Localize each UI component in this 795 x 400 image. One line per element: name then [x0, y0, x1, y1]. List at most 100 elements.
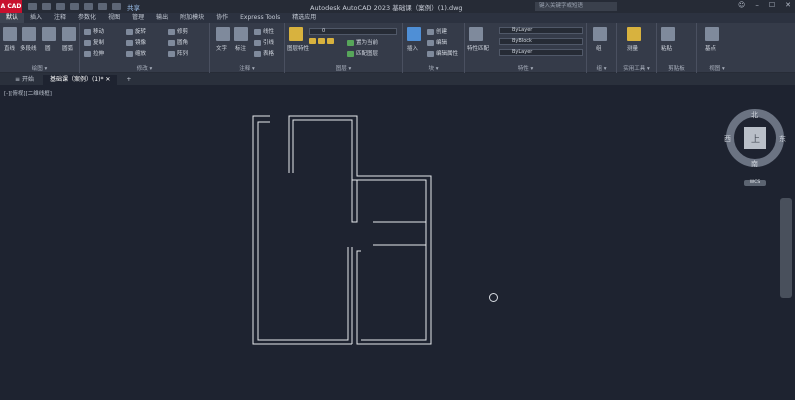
navigation-bar[interactable] — [780, 198, 792, 298]
tab-collaborate[interactable]: 协作 — [210, 13, 234, 23]
text-button[interactable] — [216, 27, 232, 41]
start-icon: ≡ — [15, 76, 22, 83]
text-label: 文字 — [216, 46, 228, 52]
viewcube-south[interactable]: 南 — [751, 159, 758, 169]
modify-panel-title[interactable]: 修改 ▾ — [80, 64, 209, 72]
share-button[interactable]: 共享 — [127, 2, 140, 12]
tab-home[interactable]: 默认 — [0, 13, 25, 23]
groups-panel-title[interactable]: 组 ▾ — [587, 64, 616, 72]
wall-inner-right — [292, 119, 427, 341]
user-icon[interactable]: ☺ — [738, 1, 745, 9]
draw-panel-title[interactable]: 绘图 ▾ — [0, 64, 79, 72]
utilities-panel-title[interactable]: 实用工具 ▾ — [617, 64, 656, 72]
maximize-icon[interactable]: ☐ — [769, 1, 775, 9]
tab-annotate[interactable]: 注释 — [48, 13, 72, 23]
tab-drawing[interactable]: 基础课（案例）(1)* ✕ — [42, 75, 118, 85]
arc-button[interactable] — [62, 27, 78, 41]
saveas-icon[interactable] — [70, 3, 79, 10]
tab-output[interactable]: 输出 — [150, 13, 174, 23]
tab-express-tools[interactable]: Express Tools — [234, 13, 286, 23]
view-panel-title[interactable]: 视图 ▾ — [697, 64, 737, 72]
close-tab-icon[interactable]: ✕ — [105, 76, 110, 83]
trim-button[interactable]: 修剪 — [168, 27, 188, 35]
save-icon[interactable] — [56, 3, 65, 10]
wall-outer-left — [252, 115, 352, 345]
tab-addins[interactable]: 附加模块 — [174, 13, 210, 23]
block-panel-title[interactable]: 块 ▾ — [403, 64, 464, 72]
copy-button[interactable]: 复制 — [84, 38, 104, 46]
linear-icon — [254, 28, 261, 35]
wcs-menu[interactable]: WCS — [744, 180, 766, 186]
match-layer-icon — [347, 50, 354, 57]
tab-view[interactable]: 视图 — [102, 13, 126, 23]
array-button[interactable]: 阵列 — [168, 49, 188, 57]
leader-button[interactable]: 引线 — [254, 38, 274, 46]
measure-button[interactable] — [627, 27, 643, 41]
drawing-canvas[interactable] — [0, 85, 795, 400]
create-block-button[interactable]: 创建 — [427, 27, 447, 35]
open-icon[interactable] — [42, 3, 51, 10]
redo-icon[interactable] — [112, 3, 121, 10]
base-view-icon — [705, 27, 719, 41]
app-menu-button[interactable]: A CAD — [0, 0, 22, 13]
layer-state-icon[interactable] — [309, 38, 316, 44]
layer-freeze-icon[interactable] — [318, 38, 325, 44]
viewcube-west[interactable]: 西 — [724, 134, 731, 144]
polyline-button[interactable] — [22, 27, 38, 41]
viewcube-top-face[interactable]: 上 — [751, 132, 760, 145]
fillet-button[interactable]: 圆角 — [168, 38, 188, 46]
stretch-button[interactable]: 拉伸 — [84, 49, 104, 57]
move-button[interactable]: 移动 — [84, 27, 104, 35]
edit-attributes-icon — [427, 50, 434, 57]
edit-block-button[interactable]: 编辑 — [427, 38, 447, 46]
move-icon — [84, 28, 91, 35]
dimension-button[interactable] — [234, 27, 250, 41]
tab-manage[interactable]: 管理 — [126, 13, 150, 23]
tab-start[interactable]: ≡ 开始 — [8, 75, 41, 85]
clipboard-panel-title[interactable]: 剪贴板 — [657, 64, 696, 72]
base-button[interactable] — [705, 27, 721, 41]
layer-properties-button[interactable] — [289, 27, 305, 41]
scale-button[interactable]: 缩放 — [126, 49, 146, 57]
undo-icon[interactable] — [98, 3, 107, 10]
measure-label: 测量 — [627, 46, 639, 52]
lineweight-dropdown[interactable]: ByLayer — [499, 49, 583, 56]
viewcube-north[interactable]: 北 — [751, 110, 758, 120]
match-layer-button[interactable]: 匹配图层 — [347, 49, 378, 57]
insert-button[interactable] — [407, 27, 423, 41]
mirror-button[interactable]: 镜像 — [126, 38, 146, 46]
title-bar: A CAD 共享 Autodesk AutoCAD 2023 基础课（案例）(1… — [0, 0, 795, 13]
close-icon[interactable]: ✕ — [785, 1, 791, 9]
minimize-icon[interactable]: – — [755, 1, 759, 9]
layers-panel-title[interactable]: 图层 ▾ — [285, 64, 402, 72]
layer-lock-icon[interactable] — [327, 38, 334, 44]
annotation-panel-title[interactable]: 注释 ▾ — [210, 64, 284, 72]
block-panel: 插入 创建 编辑 编辑属性 块 ▾ — [403, 23, 465, 73]
circle-button[interactable] — [42, 27, 58, 41]
edit-attributes-button[interactable]: 编辑属性 — [427, 49, 458, 57]
tab-featured-apps[interactable]: 精选应用 — [286, 13, 322, 23]
rotate-button[interactable]: 旋转 — [126, 27, 146, 35]
line-button[interactable] — [3, 27, 19, 41]
paste-button[interactable] — [661, 27, 677, 41]
tab-insert[interactable]: 插入 — [24, 13, 48, 23]
plot-icon[interactable] — [84, 3, 93, 10]
group-button[interactable] — [593, 27, 609, 41]
color-dropdown[interactable]: ByLayer — [499, 27, 583, 34]
match-properties-icon — [469, 27, 483, 41]
match-properties-button[interactable] — [469, 27, 485, 41]
make-current-button[interactable]: 置为当前 — [347, 38, 378, 46]
table-button[interactable]: 表格 — [254, 49, 274, 57]
layer-dropdown[interactable]: 0 — [309, 28, 397, 35]
properties-panel-title[interactable]: 特性 ▾ — [465, 64, 586, 72]
new-icon[interactable] — [28, 3, 37, 10]
insert-icon — [407, 27, 421, 41]
dimension-label: 标注 — [235, 46, 247, 52]
linetype-dropdown[interactable]: ByBlock — [499, 38, 583, 45]
linear-button[interactable]: 线性 — [254, 27, 274, 35]
tab-parametric[interactable]: 参数化 — [72, 13, 102, 23]
viewcube-east[interactable]: 东 — [779, 134, 786, 144]
search-input[interactable]: 键入关键字或短语 — [535, 2, 617, 11]
viewport-controls[interactable]: [-][俯视][二维线框] — [4, 89, 52, 97]
add-tab-button[interactable]: + — [119, 75, 138, 85]
